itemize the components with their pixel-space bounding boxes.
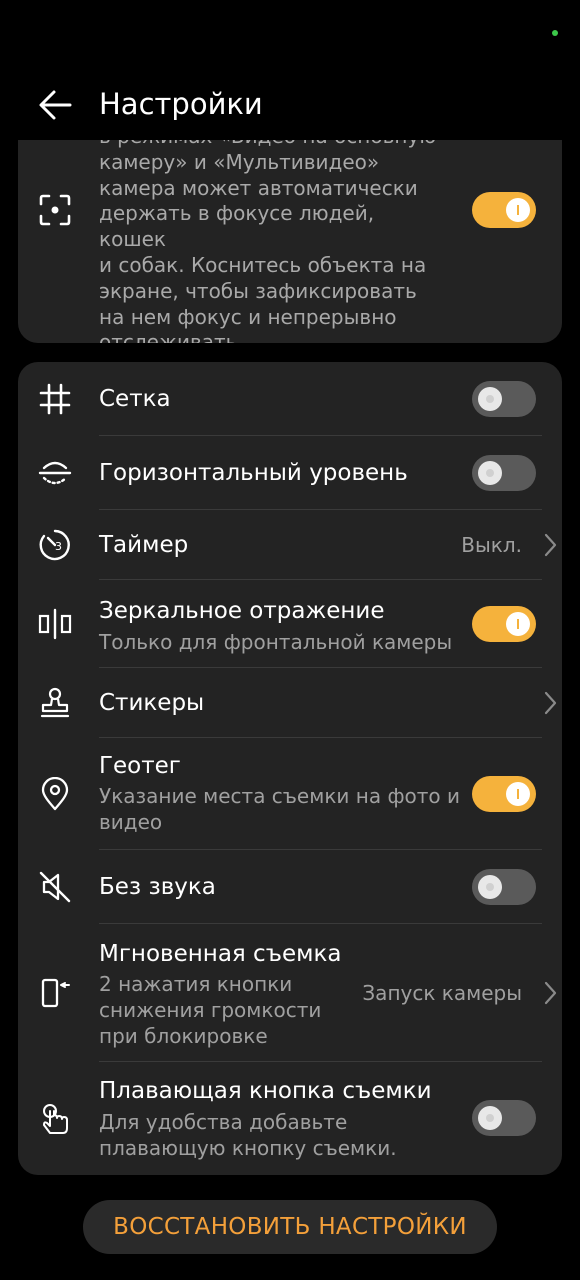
toggle-knob (506, 198, 530, 222)
floating-shutter-toggle[interactable] (472, 1100, 536, 1136)
setting-row-mute[interactable]: Без звука (18, 850, 562, 924)
autofocus-line: отслеживать. (99, 330, 244, 343)
setting-row-floating-shutter[interactable]: Плавающая кнопка съемки Для удобства доб… (18, 1062, 562, 1175)
restore-settings-button[interactable]: ВОССТАНОВИТЬ НАСТРОЙКИ (83, 1200, 497, 1254)
setting-row-level[interactable]: Горизонтальный уровень (18, 436, 562, 510)
timer-icon: 3 (39, 529, 70, 561)
autofocus-toggle[interactable] (472, 192, 536, 228)
setting-subtitle: Указание места съемки на фото и видео (99, 783, 460, 835)
toggle-knob (478, 387, 502, 411)
mirror-icon (38, 608, 72, 640)
toggle-knob (478, 1106, 502, 1130)
chevron-right-icon (544, 691, 557, 715)
location-pin-icon (41, 777, 69, 811)
autofocus-line: и собак. Коснитесь объекта на (99, 252, 427, 277)
subtitle-line: Указание места съемки на фото и (99, 784, 461, 808)
autofocus-line: камеру» и «Мультивидео» (99, 149, 380, 174)
autofocus-line: на нем фокус и непрерывно (99, 304, 397, 329)
mute-speaker-icon (39, 871, 71, 903)
autofocus-line: камера может автоматически (99, 175, 418, 200)
subtitle-line: при блокировке (99, 1024, 268, 1048)
setting-subtitle: Только для фронтальной камеры (99, 630, 453, 654)
toggle-knob (506, 612, 530, 636)
back-arrow-icon[interactable] (36, 85, 76, 125)
setting-row-geotag[interactable]: Геотег Указание места съемки на фото и в… (18, 738, 562, 850)
phone-volume-key-icon (41, 978, 70, 1008)
header: Настройки (0, 70, 580, 140)
status-indicator-dot (552, 30, 558, 36)
subtitle-line: Для удобства добавьте (99, 1110, 348, 1134)
setting-title: Таймер (99, 532, 189, 558)
setting-title: Стикеры (99, 690, 205, 716)
hand-tap-icon (43, 1104, 68, 1134)
setting-title: Плавающая кнопка съемки (99, 1078, 432, 1104)
setting-row-timer[interactable]: 3 Таймер Выкл. (18, 510, 562, 580)
setting-title: Без звука (99, 874, 216, 900)
subtitle-line: снижения громкости (99, 998, 322, 1022)
setting-title: Геотег (99, 753, 181, 779)
focus-tracking-icon (39, 194, 71, 226)
svg-text:3: 3 (55, 540, 62, 553)
setting-title: Горизонтальный уровень (99, 460, 408, 486)
toggle-knob (506, 782, 530, 806)
setting-title: Зеркальное отражение (99, 598, 385, 624)
sticker-stamp-icon (40, 687, 70, 718)
setting-row-grid[interactable]: Сетка (18, 362, 562, 436)
setting-row-quick-snapshot[interactable]: Мгновенная съемка 2 нажатия кнопки сниже… (18, 924, 562, 1062)
geotag-toggle[interactable] (472, 776, 536, 812)
mirror-toggle[interactable] (472, 606, 536, 642)
setting-title: Мгновенная съемка (99, 941, 342, 967)
setting-row-stickers[interactable]: Стикеры (18, 668, 562, 738)
setting-subtitle: 2 нажатия кнопки снижения громкости при … (99, 971, 321, 1049)
page-title: Настройки (99, 87, 263, 121)
grid-icon (39, 383, 71, 415)
mute-toggle[interactable] (472, 869, 536, 905)
toggle-knob (478, 461, 502, 485)
timer-value: Выкл. (461, 533, 522, 557)
subtitle-line: плавающую кнопку съемки. (99, 1136, 397, 1160)
subtitle-line: видео (99, 810, 163, 834)
toggle-knob (478, 875, 502, 899)
settings-card: Сетка Горизонтальный уровень 3 Таймер Вы… (18, 362, 562, 1175)
grid-toggle[interactable] (472, 381, 536, 417)
setting-title: Сетка (99, 386, 171, 412)
chevron-right-icon (544, 981, 557, 1005)
quick-snapshot-value: Запуск камеры (362, 981, 522, 1005)
autofocus-line: экране, чтобы зафиксировать (99, 278, 417, 303)
autofocus-line: держать в фокусе людей, кошек (99, 201, 375, 252)
setting-subtitle: Для удобства добавьте плавающую кнопку с… (99, 1109, 397, 1161)
chevron-right-icon (544, 533, 557, 557)
restore-settings-label: ВОССТАНОВИТЬ НАСТРОЙКИ (113, 1214, 467, 1240)
setting-row-mirror[interactable]: Зеркальное отражение Только для фронталь… (18, 580, 562, 668)
horizon-level-icon (38, 461, 72, 485)
level-toggle[interactable] (472, 455, 536, 491)
autofocus-description: в режимах «Видео на основную камеру» и «… (99, 124, 439, 343)
subtitle-line: 2 нажатия кнопки (99, 972, 293, 996)
